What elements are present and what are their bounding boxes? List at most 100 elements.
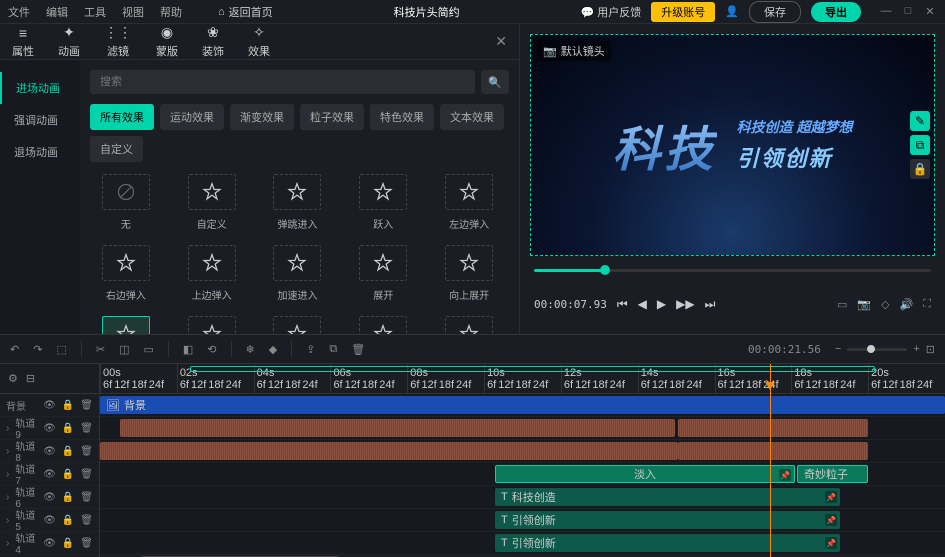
safe-zone-icon[interactable]: ▭	[837, 298, 847, 311]
track-magnet-icon[interactable]: ⊟	[26, 372, 35, 385]
delete-icon[interactable]: 🗑	[351, 343, 365, 356]
export-clip-icon[interactable]: ⇪	[306, 343, 315, 356]
menu-help[interactable]: 帮助	[160, 4, 182, 20]
account-icon[interactable]: 👤	[725, 5, 739, 18]
clip-audio-4[interactable]	[678, 442, 868, 460]
visibility-icon[interactable]: 👁	[43, 423, 56, 434]
maximize-icon[interactable]: □	[901, 5, 915, 18]
clip-tech-create[interactable]: T 科技创造 📌	[495, 488, 840, 506]
track-label[interactable]: ›轨道9👁🔒🗑	[0, 417, 99, 440]
split-icon[interactable]: ✂	[96, 343, 105, 356]
lock-icon[interactable]: 🔒	[62, 446, 74, 457]
search-input[interactable]	[90, 70, 475, 94]
visibility-icon[interactable]: 👁	[43, 469, 56, 480]
track-label[interactable]: ›轨道4👁🔒🗑	[0, 532, 99, 555]
lock-icon[interactable]: 🔒	[62, 469, 74, 480]
close-panel-icon[interactable]: ✕	[495, 33, 507, 50]
filter-chip[interactable]: 文本效果	[440, 104, 504, 130]
redo-icon[interactable]: ↷	[33, 343, 42, 356]
tab-效果[interactable]: ✧效果	[248, 24, 270, 59]
track-6[interactable]: T 科技创造 📌	[100, 486, 945, 509]
expand-icon[interactable]: ›	[6, 538, 9, 549]
crop-icon[interactable]: ◫	[119, 343, 129, 356]
playhead[interactable]	[770, 364, 771, 557]
side-nav-item[interactable]: 进场动画	[0, 72, 80, 104]
track-options-icon[interactable]: ⚙	[8, 372, 18, 385]
next-frame-icon[interactable]: ⏭	[705, 297, 716, 312]
visibility-icon[interactable]: 👁	[43, 538, 56, 549]
back-home-button[interactable]: ⌂ 返回首页	[218, 4, 273, 20]
freeze-icon[interactable]: ❄	[246, 343, 255, 356]
track-label-bg[interactable]: 背景 👁 🔒 🗑	[0, 394, 99, 417]
camera-label[interactable]: 📷 默认镜头	[537, 41, 611, 61]
step-forward-icon[interactable]: ▶▶	[676, 297, 694, 312]
trash-icon[interactable]: 🗑	[80, 423, 93, 434]
track-label[interactable]: ›轨道8👁🔒🗑	[0, 440, 99, 463]
effect-item[interactable]: 上边弹入	[176, 245, 248, 302]
mask-tool-icon[interactable]: ◧	[183, 343, 193, 356]
pin-icon[interactable]: 📌	[825, 514, 837, 526]
filter-chip[interactable]: 粒子效果	[300, 104, 364, 130]
menu-tools[interactable]: 工具	[84, 4, 106, 20]
replace-icon[interactable]: ⟲	[207, 343, 216, 356]
filter-chip[interactable]: 渐变效果	[230, 104, 294, 130]
trash-icon[interactable]: 🗑	[80, 400, 93, 411]
track-label[interactable]: ›轨道7👁🔒🗑	[0, 463, 99, 486]
lock-icon[interactable]: 🔒	[62, 400, 74, 411]
track-label[interactable]: ›轨道5👁🔒🗑	[0, 509, 99, 532]
zoom-in-icon[interactable]: +	[913, 343, 919, 355]
preview-scrubber[interactable]	[534, 269, 931, 272]
effect-item[interactable]: 加速进入	[262, 245, 334, 302]
clip-audio-2[interactable]	[678, 419, 868, 437]
side-nav-item[interactable]: 退场动画	[0, 136, 80, 168]
feedback-link[interactable]: 💬 用户反馈	[581, 4, 642, 20]
effect-item[interactable]: 自定义	[176, 174, 248, 231]
keyframe-icon[interactable]: ◆	[269, 343, 277, 356]
preview-viewport[interactable]: 科技 科技创造 超越梦想 引领创新 📷 默认镜头 ✎ ⧉ 🔒	[530, 34, 935, 256]
tab-滤镜[interactable]: ⋮⋮滤镜	[104, 24, 132, 59]
clip-lead-innovation-2[interactable]: T 引领创新 📌	[495, 534, 840, 552]
upgrade-button[interactable]: 升级账号	[651, 2, 715, 22]
track-5[interactable]: T 引领创新 📌	[100, 509, 945, 532]
menu-view[interactable]: 视图	[122, 4, 144, 20]
clip-particle[interactable]: 奇妙粒子	[797, 465, 868, 483]
close-icon[interactable]: ✕	[923, 5, 937, 18]
effect-item[interactable]: 无	[90, 174, 162, 231]
duplicate-handle[interactable]: ⧉	[910, 135, 930, 155]
trash-icon[interactable]: 🗑	[80, 469, 93, 480]
zoom-slider[interactable]	[847, 348, 907, 351]
range-indicator[interactable]	[190, 366, 875, 372]
undo-icon[interactable]: ↶	[10, 343, 19, 356]
menu-edit[interactable]: 编辑	[46, 4, 68, 20]
edit-handle[interactable]: ✎	[910, 111, 930, 131]
pin-icon[interactable]: 📌	[825, 491, 837, 503]
trash-icon[interactable]: 🗑	[80, 446, 93, 457]
tab-动画[interactable]: ✦动画	[58, 24, 80, 59]
trash-icon[interactable]: 🗑	[80, 515, 93, 526]
expand-icon[interactable]: ›	[6, 469, 9, 480]
effect-item[interactable]: 弹跳进入	[262, 174, 334, 231]
visibility-icon[interactable]: 👁	[43, 492, 56, 503]
trash-icon[interactable]: 🗑	[80, 538, 93, 549]
track-4[interactable]: T 引领创新 📌	[100, 532, 945, 555]
filter-chip[interactable]: 运动效果	[160, 104, 224, 130]
lock-icon[interactable]: 🔒	[62, 492, 74, 503]
effect-item[interactable]: 左边弹入	[433, 174, 505, 231]
lock-icon[interactable]: 🔒	[62, 423, 74, 434]
clip-fade-in[interactable]: 淡入 📌	[495, 465, 795, 483]
filter-chip[interactable]: 所有效果	[90, 104, 154, 130]
save-button[interactable]: 保存	[749, 1, 801, 23]
minimize-icon[interactable]: —	[879, 5, 893, 18]
volume-icon[interactable]: 🔊	[900, 298, 914, 311]
visibility-icon[interactable]: 👁	[43, 446, 56, 457]
step-back-icon[interactable]: ◀	[638, 297, 647, 312]
expand-icon[interactable]: ›	[6, 423, 9, 434]
search-button[interactable]: 🔍	[481, 70, 509, 94]
effect-item[interactable]: 右边弹入	[90, 245, 162, 302]
tab-属性[interactable]: ≡属性	[12, 25, 34, 59]
snapshot-icon[interactable]: 📷	[857, 298, 871, 311]
timeline-ruler[interactable]: 00s6f12f18f24f02s6f12f18f24f04s6f12f18f2…	[100, 364, 945, 394]
ratio-icon[interactable]: ▭	[143, 343, 153, 356]
track-bg[interactable]: 🖼 背景	[100, 394, 945, 417]
play-icon[interactable]: ▶	[657, 297, 666, 312]
